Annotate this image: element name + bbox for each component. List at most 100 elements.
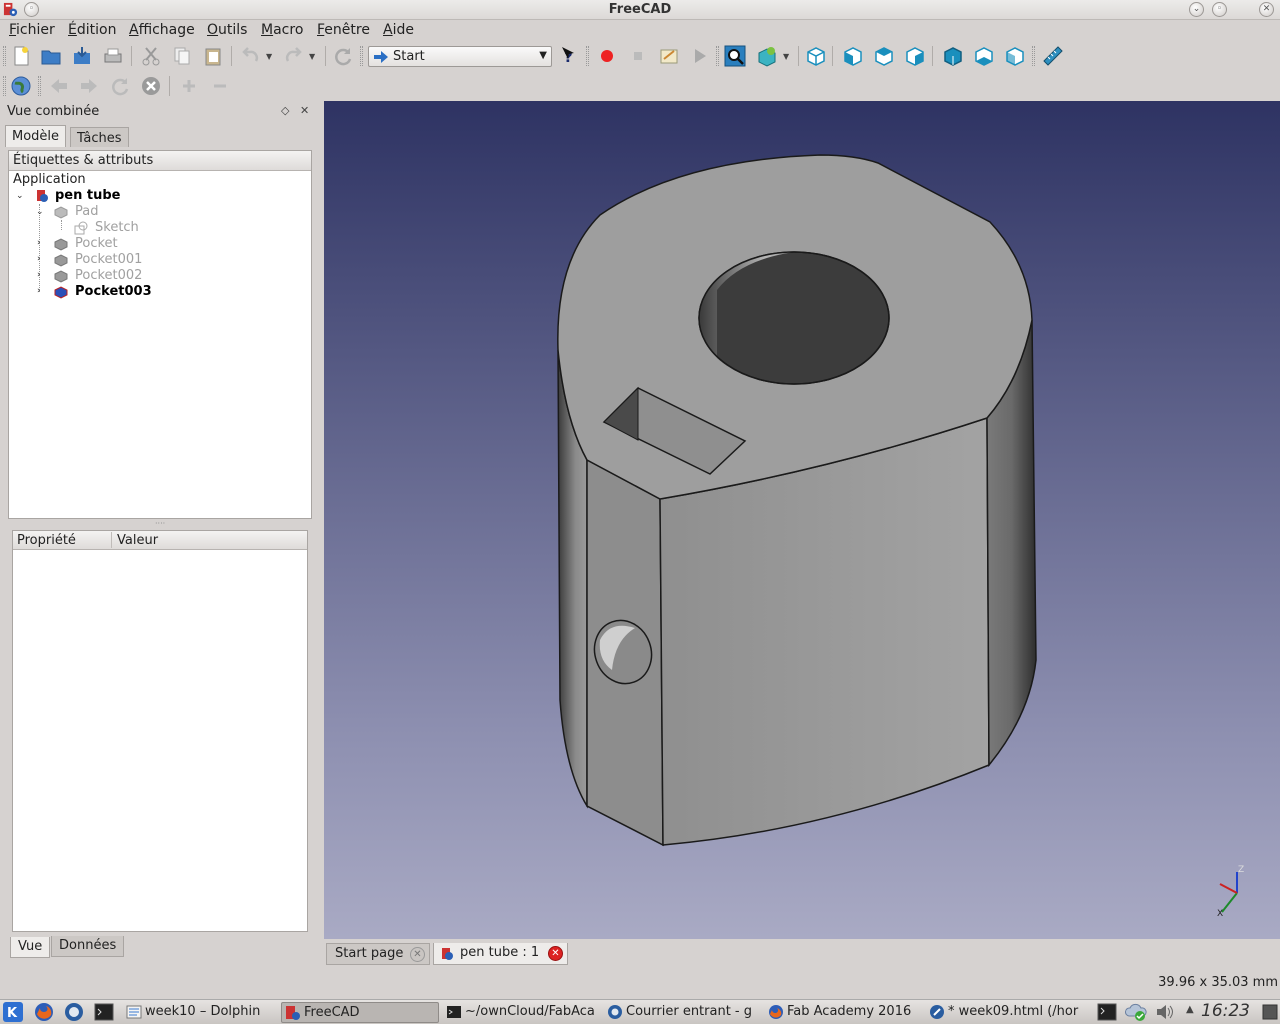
doc-tab-start-page[interactable]: Start page ✕ <box>326 943 430 965</box>
sketch-icon <box>74 221 88 235</box>
measure-ruler-icon[interactable] <box>1042 45 1064 67</box>
menu-edition[interactable]: Édition <box>68 22 116 38</box>
tree-item-sketch[interactable]: Sketch <box>95 220 139 236</box>
back-arrow-icon[interactable] <box>48 75 70 97</box>
tree-item-pocket003[interactable]: Pocket003 <box>75 284 152 300</box>
menu-fenetre[interactable]: Fenêtre <box>317 22 370 38</box>
tray-expand-icon[interactable]: ▲ <box>1186 1004 1194 1015</box>
expand-arrow-icon[interactable]: › <box>37 270 41 280</box>
paste-icon[interactable] <box>202 45 224 67</box>
clock[interactable]: 16:23 <box>1201 1001 1250 1021</box>
copy-icon[interactable] <box>171 45 193 67</box>
tab-donnees[interactable]: Données <box>51 936 125 957</box>
rear-view-icon[interactable] <box>942 45 964 67</box>
kde-menu-icon[interactable]: K <box>3 1002 23 1022</box>
front-view-icon[interactable] <box>842 45 864 67</box>
undo-icon[interactable] <box>240 45 262 67</box>
undo-dropdown-icon[interactable]: ▼ <box>266 52 272 61</box>
tree-item-pocket[interactable]: Pocket <box>75 236 118 252</box>
new-document-icon[interactable] <box>10 45 32 67</box>
taskbar-item-mail[interactable]: Courrier entrant - g <box>604 1002 761 1023</box>
tree-item-application[interactable]: Application <box>13 172 86 188</box>
reload-icon[interactable] <box>109 75 131 97</box>
close-window-button[interactable]: ✕ <box>1259 2 1274 17</box>
tab-modele[interactable]: Modèle <box>5 125 67 147</box>
menu-aide[interactable]: Aide <box>383 22 414 38</box>
arrow-right-icon <box>374 51 388 63</box>
thunderbird-icon[interactable] <box>64 1002 84 1022</box>
menu-fichier[interactable]: Fichier <box>9 22 55 38</box>
status-dimensions: 39.96 x 35.03 mm <box>1158 975 1278 990</box>
close-tab-icon[interactable]: ✕ <box>548 946 563 961</box>
expand-arrow-icon[interactable]: › <box>37 254 41 264</box>
whats-this-icon[interactable]: ? <box>560 45 582 67</box>
redo-icon[interactable] <box>282 45 304 67</box>
stop-macro-icon[interactable] <box>627 45 649 67</box>
firefox-icon <box>769 1005 783 1019</box>
top-view-icon[interactable] <box>873 45 895 67</box>
bottom-view-icon[interactable] <box>973 45 995 67</box>
close-panel-icon[interactable]: ✕ <box>300 104 309 117</box>
web-globe-icon[interactable] <box>10 75 32 97</box>
terminal-tray-icon[interactable] <box>1097 1003 1117 1021</box>
menu-macro[interactable]: Macro <box>261 22 303 38</box>
collapse-arrow-icon[interactable]: ⌄ <box>16 191 24 201</box>
tree-item-pocket001[interactable]: Pocket001 <box>75 252 142 268</box>
refresh-icon[interactable] <box>332 45 354 67</box>
thunderbird-icon <box>608 1005 622 1019</box>
isometric-view-icon[interactable] <box>805 45 827 67</box>
taskbar-item-dolphin[interactable]: week10 – Dolphin <box>123 1002 278 1023</box>
3d-model-view[interactable]: Z X <box>324 101 1280 939</box>
zoom-out-icon[interactable] <box>209 75 231 97</box>
taskbar-item-freecad[interactable]: FreeCAD <box>281 1002 439 1023</box>
cut-icon[interactable] <box>140 45 162 67</box>
float-panel-icon[interactable]: ◇ <box>281 104 289 117</box>
zoom-in-icon[interactable] <box>178 75 200 97</box>
left-view-icon[interactable] <box>1004 45 1026 67</box>
tab-taches[interactable]: Tâches <box>70 127 129 147</box>
collapse-arrow-icon[interactable]: ⌄ <box>36 207 44 217</box>
right-view-icon[interactable] <box>904 45 926 67</box>
doc-tab-pen-tube[interactable]: pen tube : 1 ✕ <box>433 943 568 965</box>
value-column-header[interactable]: Valeur <box>117 533 158 548</box>
chevron-down-icon: ▼ <box>539 50 547 61</box>
tree-item-pen-tube[interactable]: pen tube <box>55 188 121 204</box>
property-column-header[interactable]: Propriété <box>17 533 76 548</box>
draw-style-icon[interactable] <box>756 45 778 67</box>
minimize-button[interactable]: ⌄ <box>1189 2 1204 17</box>
desktop-grid-icon[interactable] <box>1262 1004 1278 1020</box>
print-icon[interactable] <box>102 45 124 67</box>
model-tree: Étiquettes & attributs Application ⌄ pen… <box>8 150 312 519</box>
tree-item-pocket002[interactable]: Pocket002 <box>75 268 142 284</box>
run-macro-icon[interactable] <box>689 45 711 67</box>
menu-outils[interactable]: Outils <box>207 22 247 38</box>
expand-arrow-icon[interactable]: › <box>37 286 41 296</box>
edit-macro-icon[interactable] <box>658 45 680 67</box>
maximize-button[interactable]: ◦ <box>1212 2 1227 17</box>
owncloud-sync-icon[interactable] <box>1125 1002 1149 1022</box>
close-tab-icon[interactable]: ✕ <box>410 947 425 962</box>
fit-all-icon[interactable] <box>724 45 746 67</box>
stop-loading-icon[interactable] <box>140 75 162 97</box>
menu-affichage[interactable]: Affichage <box>129 22 195 38</box>
forward-arrow-icon[interactable] <box>78 75 100 97</box>
redo-dropdown-icon[interactable]: ▼ <box>309 52 315 61</box>
terminal-icon[interactable] <box>94 1002 114 1022</box>
firefox-icon[interactable] <box>34 1002 54 1022</box>
open-folder-icon[interactable] <box>40 45 62 67</box>
doc-tab-label: pen tube : 1 <box>460 945 540 960</box>
draw-style-dropdown-icon[interactable]: ▼ <box>783 52 789 61</box>
expand-arrow-icon[interactable]: › <box>37 238 41 248</box>
splitter-handle[interactable]: ···· <box>155 519 165 528</box>
volume-icon[interactable] <box>1155 1003 1175 1021</box>
workbench-selector[interactable]: Start ▼ <box>368 46 552 67</box>
taskbar-item-kate[interactable]: * week09.html (/hor <box>926 1002 1083 1023</box>
3d-viewport[interactable]: Z X <box>324 101 1280 939</box>
record-macro-icon[interactable] <box>596 45 618 67</box>
taskbar-item-terminal[interactable]: ~/ownCloud/FabAca <box>443 1002 601 1023</box>
taskbar-item-firefox[interactable]: Fab Academy 2016 <box>765 1002 922 1023</box>
save-icon[interactable] <box>71 45 93 67</box>
menubar: Fichier Édition Affichage Outils Macro F… <box>0 20 1280 41</box>
tree-item-pad[interactable]: Pad <box>75 204 98 220</box>
tab-vue[interactable]: Vue <box>10 937 51 958</box>
